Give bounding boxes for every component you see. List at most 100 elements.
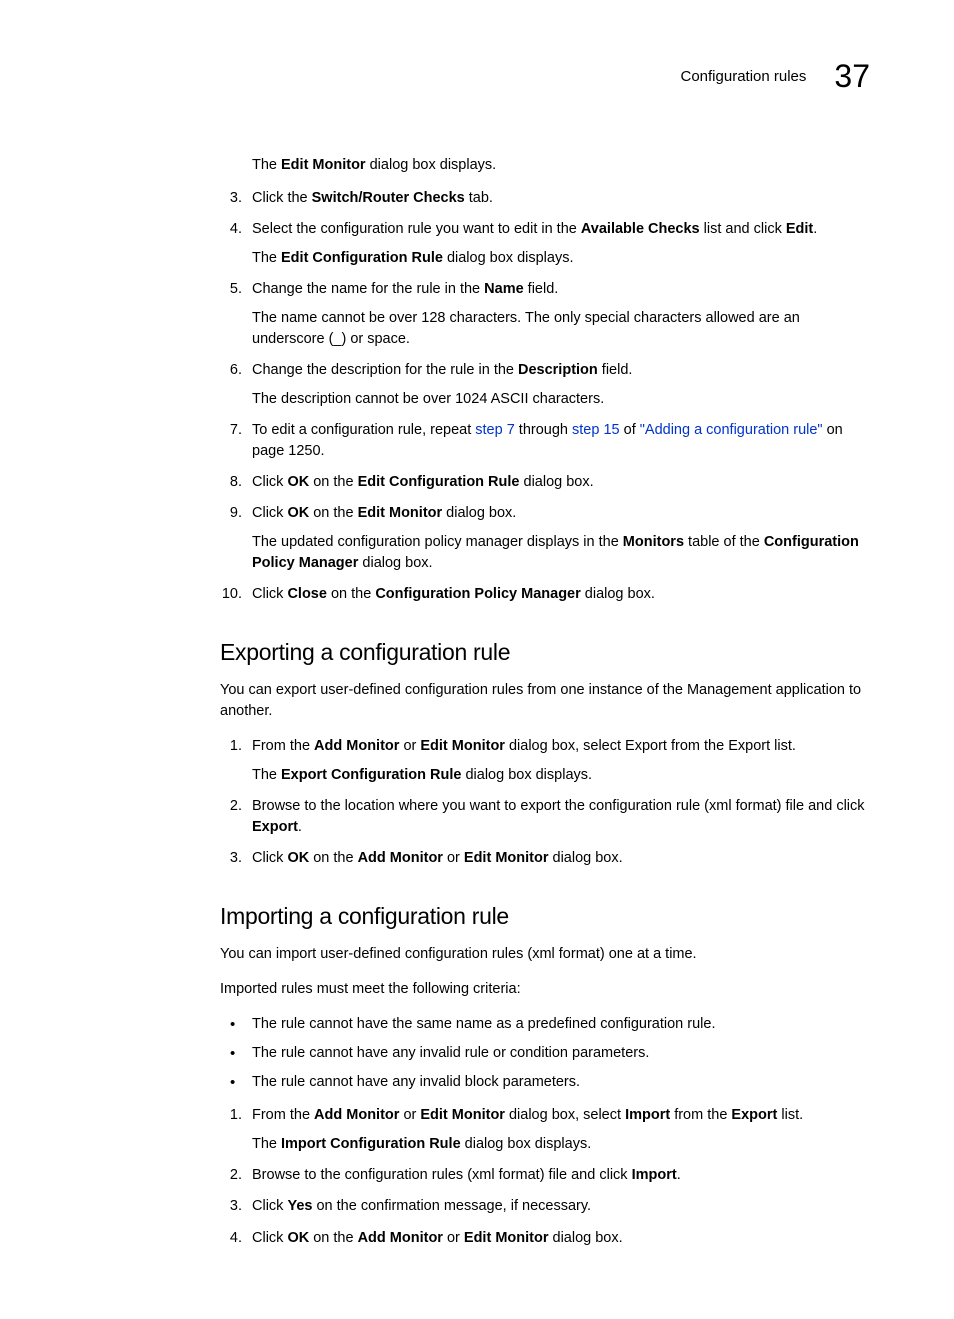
step-number: 3. [220,1196,242,1217]
bold-text: OK [287,505,309,521]
text: on the [327,586,375,602]
text: The [252,157,281,173]
bold-text: Edit [786,221,813,237]
list-item: 3. Click the Switch/Router Checks tab. [220,188,870,209]
text: . [677,1167,681,1183]
text: dialog box. [581,586,655,602]
list-item: 2. Browse to the configuration rules (xm… [220,1165,870,1186]
bold-text: Edit Monitor [358,505,443,521]
text: Select the configuration rule you want t… [252,221,581,237]
list-item: 9. Click OK on the Edit Monitor dialog b… [220,503,870,574]
text: through [515,422,572,438]
list-item: 2. Browse to the location where you want… [220,796,870,838]
text: or [399,1107,420,1123]
bold-text: OK [287,850,309,866]
sub-paragraph: The Import Configuration Rule dialog box… [252,1134,870,1155]
bold-text: Name [484,281,524,297]
text: The [252,1136,281,1152]
heading-importing: Importing a configuration rule [220,903,870,930]
page-header: Configuration rules 37 [220,58,870,95]
text: dialog box displays. [461,1136,592,1152]
bold-text: Import [632,1167,677,1183]
bold-text: Edit Monitor [464,850,549,866]
bold-text: Switch/Router Checks [312,190,465,206]
text: dialog box. [442,505,516,521]
bold-text: Edit Monitor [464,1230,549,1246]
step-number: 4. [220,1228,242,1249]
text: dialog box. [548,850,622,866]
step-number: 8. [220,472,242,493]
text: The [252,250,281,266]
link-adding-rule[interactable]: "Adding a configuration rule" [640,422,823,438]
bold-text: OK [287,1230,309,1246]
text: or [443,850,464,866]
header-section-title: Configuration rules [681,68,807,85]
export-intro: You can export user-defined configuratio… [220,680,870,722]
list-item: 1. From the Add Monitor or Edit Monitor … [220,736,870,786]
bold-text: Edit Configuration Rule [281,250,443,266]
text: or [443,1230,464,1246]
import-criteria-list: The rule cannot have the same name as a … [220,1014,870,1093]
chapter-number: 37 [834,58,870,95]
link-step7[interactable]: step 7 [475,422,515,438]
step-number: 1. [220,736,242,757]
step-number: 3. [220,188,242,209]
text: Click [252,1198,287,1214]
text: dialog box. [519,474,593,490]
text: Browse to the location where you want to… [252,798,865,814]
sub-paragraph: The name cannot be over 128 characters. … [252,308,870,350]
text: To edit a configuration rule, repeat [252,422,475,438]
text: Click the [252,190,312,206]
list-item: 7. To edit a configuration rule, repeat … [220,420,870,462]
text: list and click [700,221,786,237]
sub-paragraph: The description cannot be over 1024 ASCI… [252,389,870,410]
text: field. [524,281,559,297]
page: Configuration rules 37 The Edit Monitor … [0,0,954,1319]
text: on the [309,474,357,490]
text: dialog box. [548,1230,622,1246]
bold-text: Add Monitor [314,738,399,754]
text: from the [670,1107,731,1123]
step-number: 5. [220,279,242,300]
text: of [620,422,640,438]
heading-exporting: Exporting a configuration rule [220,639,870,666]
text: Browse to the configuration rules (xml f… [252,1167,632,1183]
text: The [252,767,281,783]
bold-text: Monitors [623,534,684,550]
bold-text: OK [287,474,309,490]
text: From the [252,738,314,754]
bold-text: Add Monitor [314,1107,399,1123]
text: on the [309,1230,357,1246]
text: dialog box. [358,555,432,571]
edit-monitor-displays: The Edit Monitor dialog box displays. [220,155,870,176]
sub-paragraph: The Edit Configuration Rule dialog box d… [252,248,870,269]
step-number: 2. [220,796,242,817]
list-item: 6. Change the description for the rule i… [220,360,870,410]
bold-text: Edit Configuration Rule [358,474,520,490]
text: list. [777,1107,803,1123]
text: or [399,738,420,754]
bold-text: Edit Monitor [420,738,505,754]
text: dialog box displays. [366,157,497,173]
list-item: The rule cannot have the same name as a … [220,1014,870,1035]
text: Click [252,586,287,602]
bold-text: Configuration Policy Manager [375,586,580,602]
export-steps-list: 1. From the Add Monitor or Edit Monitor … [220,736,870,869]
bold-text: Import [625,1107,670,1123]
edit-steps-list: 3. Click the Switch/Router Checks tab. 4… [220,188,870,605]
list-item: 1. From the Add Monitor or Edit Monitor … [220,1105,870,1155]
text: dialog box displays. [443,250,574,266]
text: tab. [465,190,493,206]
bold-text: Add Monitor [358,1230,443,1246]
list-item: 10. Click Close on the Configuration Pol… [220,584,870,605]
list-item: 4. Click OK on the Add Monitor or Edit M… [220,1228,870,1249]
step-number: 1. [220,1105,242,1126]
text: dialog box displays. [461,767,592,783]
link-step15[interactable]: step 15 [572,422,620,438]
text: on the confirmation message, if necessar… [312,1198,591,1214]
text: Click [252,850,287,866]
import-intro2: Imported rules must meet the following c… [220,979,870,1000]
step-number: 9. [220,503,242,524]
text: on the [309,850,357,866]
list-item: The rule cannot have any invalid rule or… [220,1043,870,1064]
